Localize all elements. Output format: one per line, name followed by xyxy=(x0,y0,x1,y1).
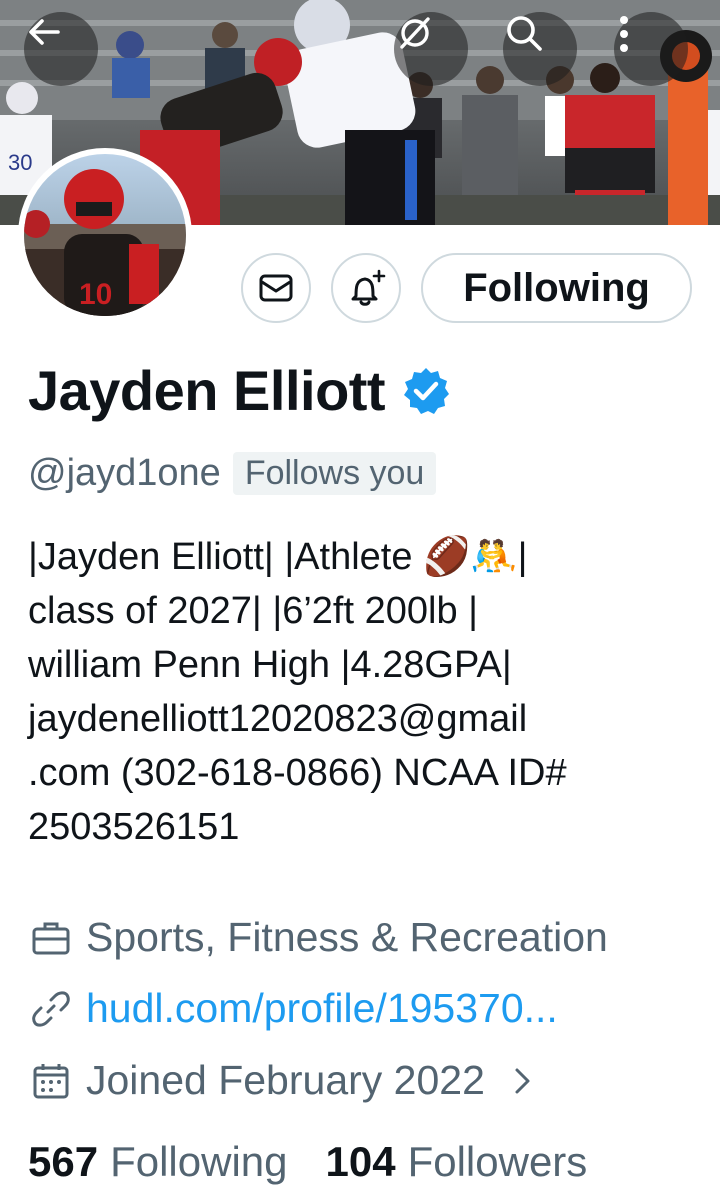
svg-text:10: 10 xyxy=(79,278,112,311)
chevron-right-icon xyxy=(515,1068,530,1093)
bio-line: 2503526151 xyxy=(28,806,240,848)
name-row: Jayden Elliott xyxy=(28,356,451,426)
bio-line: william Penn High |4.28GPA| xyxy=(28,644,512,686)
arrow-left-icon xyxy=(29,19,60,45)
handle: @jayd1one xyxy=(28,452,221,494)
verified-badge-icon[interactable] xyxy=(401,366,451,416)
display-name: Jayden Elliott xyxy=(28,359,386,422)
message-button[interactable] xyxy=(241,253,311,323)
search-button[interactable] xyxy=(503,12,577,86)
website-link[interactable]: hudl.com/profile/195370... xyxy=(86,985,558,1032)
bio-line: jaydenelliott12020823@gmail xyxy=(28,698,528,740)
follow-counts: 567 Following 104 Followers xyxy=(28,1138,587,1186)
following-button[interactable]: Following xyxy=(421,253,692,323)
followers-count-link[interactable]: 104 Followers xyxy=(326,1138,588,1186)
website-row: hudl.com/profile/195370... xyxy=(28,985,558,1032)
briefcase-icon xyxy=(28,915,74,961)
envelope-icon xyxy=(259,274,293,302)
following-count-link[interactable]: 567 Following xyxy=(28,1138,288,1186)
bio-line: |Jayden Elliott| |Athlete 🏈🤼| xyxy=(28,536,528,578)
bio-line: .com (302-618-0866) NCAA ID# xyxy=(28,752,567,794)
link-icon xyxy=(28,986,74,1032)
follows-you-badge: Follows you xyxy=(232,452,437,495)
handle-row: @jayd1one Follows you xyxy=(28,452,437,495)
back-button[interactable] xyxy=(24,12,98,86)
joined-row[interactable]: Joined February 2022 xyxy=(28,1057,535,1104)
avatar[interactable]: 10 xyxy=(18,148,192,322)
joined-text: Joined February 2022 xyxy=(86,1057,485,1103)
avatar-photo: 10 xyxy=(24,154,186,316)
followers-count: 104 xyxy=(325,1138,396,1185)
calendar-icon xyxy=(28,1058,74,1104)
notify-button[interactable] xyxy=(331,253,401,323)
bio-line: class of 2027| |6’2ft 200lb | xyxy=(28,590,479,632)
more-button[interactable] xyxy=(614,12,688,86)
category-text: Sports, Fitness & Recreation xyxy=(86,914,608,960)
following-label: Following xyxy=(110,1138,288,1185)
bio: |Jayden Elliott| |Athlete 🏈🤼| class of 2… xyxy=(28,530,708,854)
followers-label: Followers xyxy=(407,1138,588,1185)
eye-slash-icon xyxy=(400,17,430,49)
following-count: 567 xyxy=(28,1138,99,1185)
category-row: Sports, Fitness & Recreation xyxy=(28,914,608,961)
bell-plus-icon xyxy=(351,269,386,306)
hide-button[interactable] xyxy=(394,12,468,86)
more-vertical-icon xyxy=(620,16,628,52)
search-icon xyxy=(507,16,542,51)
